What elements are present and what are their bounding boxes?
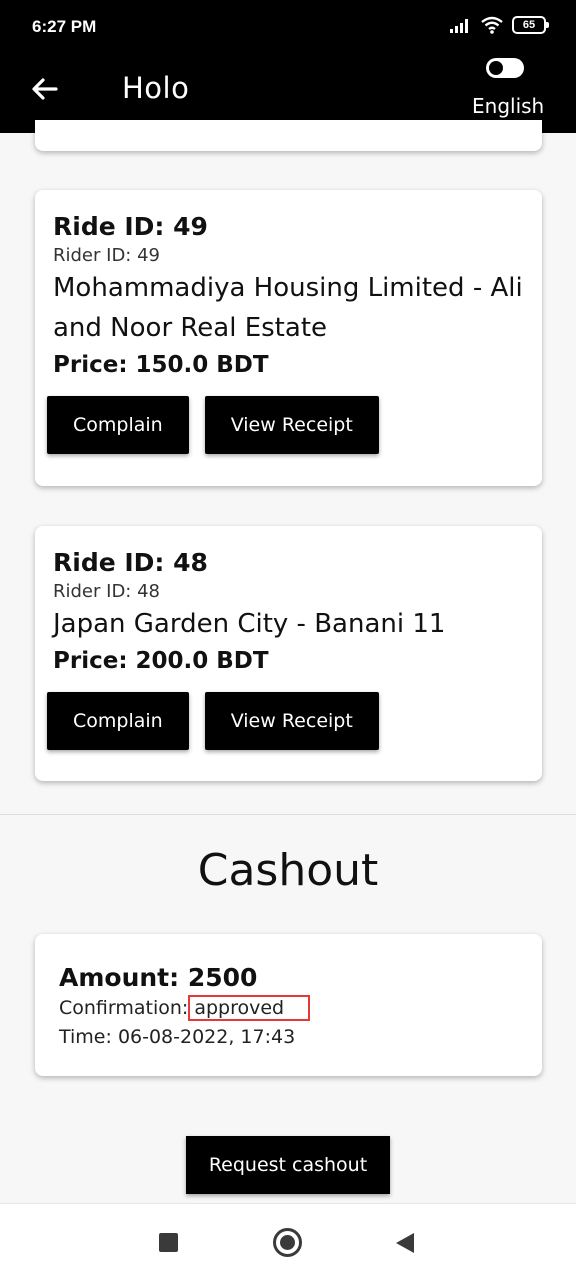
ride-card-partial [35,120,542,151]
ride-actions: Complain View Receipt [47,396,524,454]
ride-card: Ride ID: 49 Rider ID: 49 Mohammadiya Hou… [35,190,542,486]
status-time: 6:27 PM [32,17,97,36]
system-nav-bar [0,1203,576,1280]
view-receipt-button[interactable]: View Receipt [204,692,379,750]
square-icon[interactable] [159,1233,178,1252]
language-label: English [472,94,545,118]
ride-id: Ride ID: 49 [53,212,208,241]
ride-actions: Complain View Receipt [47,692,524,750]
ride-card: Ride ID: 48 Rider ID: 48 Japan Garden Ci… [35,526,542,781]
battery-icon: 65 [512,16,549,34]
confirmation-status: approved [188,995,311,1021]
signal-icon [450,19,468,33]
complain-button[interactable]: Complain [47,692,189,750]
section-divider [0,814,576,815]
ride-price: Price: 200.0 BDT [53,648,269,674]
ride-route: Mohammadiya Housing Limited - Ali and No… [53,273,523,343]
wifi-icon [481,16,503,34]
status-bar: 6:27 PM 65 [0,0,576,56]
confirmation-label: Confirmation: [59,997,189,1019]
status-icons: 65 [450,16,549,34]
ride-route: Japan Garden City - Banani 11 [53,609,446,639]
ride-id: Ride ID: 48 [53,548,208,577]
page-title: Holo [122,71,190,105]
request-cashout-button[interactable]: Request cashout [186,1136,390,1194]
triangle-back-icon[interactable] [396,1233,414,1253]
language-toggle[interactable] [486,58,524,78]
view-receipt-button[interactable]: View Receipt [204,396,379,454]
rider-id: Rider ID: 49 [53,245,160,266]
ride-price: Price: 150.0 BDT [53,352,269,378]
arrow-left-icon[interactable] [28,72,62,106]
circle-icon[interactable] [273,1228,302,1257]
cashout-time: Time: 06-08-2022, 17:43 [59,1026,296,1048]
home-dot [280,1235,295,1250]
rider-id: Rider ID: 48 [53,581,160,602]
cashout-card: Amount: 2500 Confirmation: approved Time:… [35,934,542,1076]
cashout-amount: Amount: 2500 [59,963,258,992]
complain-button[interactable]: Complain [47,396,189,454]
cashout-title: Cashout [197,845,379,896]
confirmation-line: Confirmation: approved [59,994,518,1023]
toggle-knob [489,61,503,75]
